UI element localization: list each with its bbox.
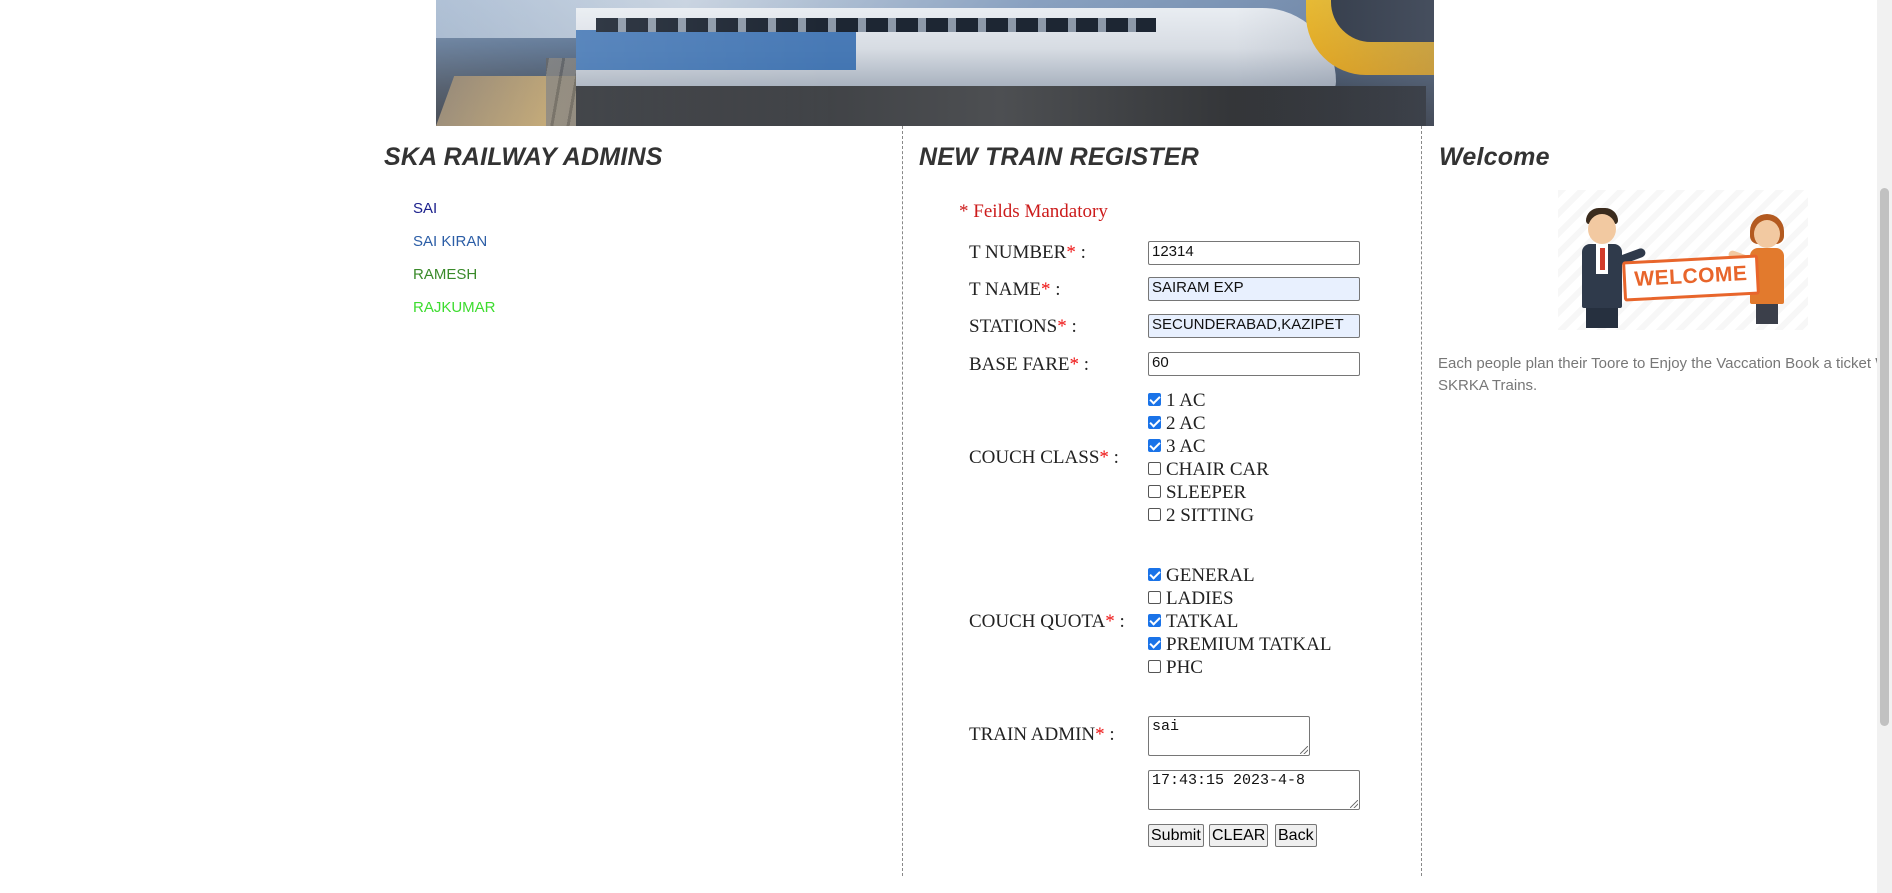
train-admin-textarea[interactable]: sai [1148, 716, 1310, 756]
couch-quota-option[interactable]: PHC [1148, 657, 1331, 680]
couch-class-option[interactable]: 3 AC [1148, 436, 1269, 459]
stations-label: STATIONS* : [969, 316, 1077, 337]
couch-class-option[interactable]: 2 AC [1148, 413, 1269, 436]
couch-quota-options: GENERAL LADIES TATKAL PREMIUM TATKAL PHC [1148, 565, 1331, 680]
admin-link-sai-kiran[interactable]: SAI KIRAN [413, 233, 487, 250]
stations-input[interactable]: SECUNDERABAD,KAZIPET [1148, 314, 1360, 338]
welcome-sign: WELCOME [1622, 254, 1760, 302]
checkbox-1ac[interactable] [1148, 393, 1161, 406]
clear-button[interactable]: CLEAR [1209, 824, 1269, 847]
resize-grip-icon[interactable] [1300, 746, 1308, 754]
submit-button[interactable]: Submit [1148, 824, 1204, 847]
couch-quota-option[interactable]: PREMIUM TATKAL [1148, 634, 1331, 657]
checkbox-sleeper[interactable] [1148, 485, 1161, 498]
resize-grip-icon[interactable] [1350, 800, 1358, 808]
checkbox-ladies[interactable] [1148, 591, 1161, 604]
admin-link-sai[interactable]: SAI [413, 200, 437, 217]
train-banner-image [436, 0, 1434, 126]
couch-class-option[interactable]: 2 SITTING [1148, 505, 1269, 528]
timestamp-textarea[interactable]: 17:43:15 2023-4-8 [1148, 770, 1360, 810]
couch-class-option[interactable]: CHAIR CAR [1148, 459, 1269, 482]
checkbox-premium-tatkal[interactable] [1148, 637, 1161, 650]
admins-panel: SKA RAILWAY ADMINS SAI SAI KIRAN RAMESH … [383, 126, 901, 876]
page-scrollbar[interactable] [1877, 0, 1892, 893]
couch-quota-option[interactable]: GENERAL [1148, 565, 1331, 588]
checkbox-2-sitting[interactable] [1148, 508, 1161, 521]
checkbox-2ac[interactable] [1148, 416, 1161, 429]
train-register-panel: NEW TRAIN REGISTER * Feilds Mandatory T … [902, 126, 1422, 876]
t-number-label: T NUMBER* : [969, 242, 1086, 263]
couch-class-options: 1 AC 2 AC 3 AC CHAIR CAR SLEEPER 2 SITTI… [1148, 390, 1269, 528]
t-name-input[interactable]: SAIRAM EXP [1148, 277, 1360, 301]
welcome-description: Each people plan their Toore to Enjoy th… [1438, 355, 1890, 394]
back-button[interactable]: Back [1275, 824, 1317, 847]
mandatory-note: * Feilds Mandatory [959, 201, 1108, 222]
couch-quota-option[interactable]: LADIES [1148, 588, 1331, 611]
checkbox-chair-car[interactable] [1148, 462, 1161, 475]
admins-heading: SKA RAILWAY ADMINS [384, 143, 663, 171]
admin-link-ramesh[interactable]: RAMESH [413, 266, 477, 283]
couch-quota-label: COUCH QUOTA* : [969, 611, 1125, 632]
admin-link-rajkumar[interactable]: RAJKUMAR [413, 299, 496, 316]
register-heading: NEW TRAIN REGISTER [919, 143, 1199, 171]
scrollbar-thumb[interactable] [1880, 188, 1889, 726]
checkbox-tatkal[interactable] [1148, 614, 1161, 627]
couch-class-option[interactable]: SLEEPER [1148, 482, 1269, 505]
welcome-panel: Welcome WELCOME Each people plan their T… [1421, 126, 1892, 876]
checkbox-3ac[interactable] [1148, 439, 1161, 452]
t-number-input[interactable]: 12314 [1148, 241, 1360, 265]
base-fare-label: BASE FARE* : [969, 354, 1090, 375]
couch-quota-option[interactable]: TATKAL [1148, 611, 1331, 634]
welcome-heading: Welcome [1439, 143, 1550, 171]
checkbox-general[interactable] [1148, 568, 1161, 581]
admin-list: SAI SAI KIRAN RAMESH RAJKUMAR [413, 200, 496, 332]
couch-class-option[interactable]: 1 AC [1148, 390, 1269, 413]
welcome-illustration: WELCOME [1558, 190, 1808, 330]
couch-class-label: COUCH CLASS* : [969, 447, 1119, 468]
base-fare-input[interactable]: 60 [1148, 352, 1360, 376]
train-admin-label: TRAIN ADMIN* : [969, 724, 1115, 745]
t-name-label: T NAME* : [969, 279, 1061, 300]
checkbox-phc[interactable] [1148, 660, 1161, 673]
